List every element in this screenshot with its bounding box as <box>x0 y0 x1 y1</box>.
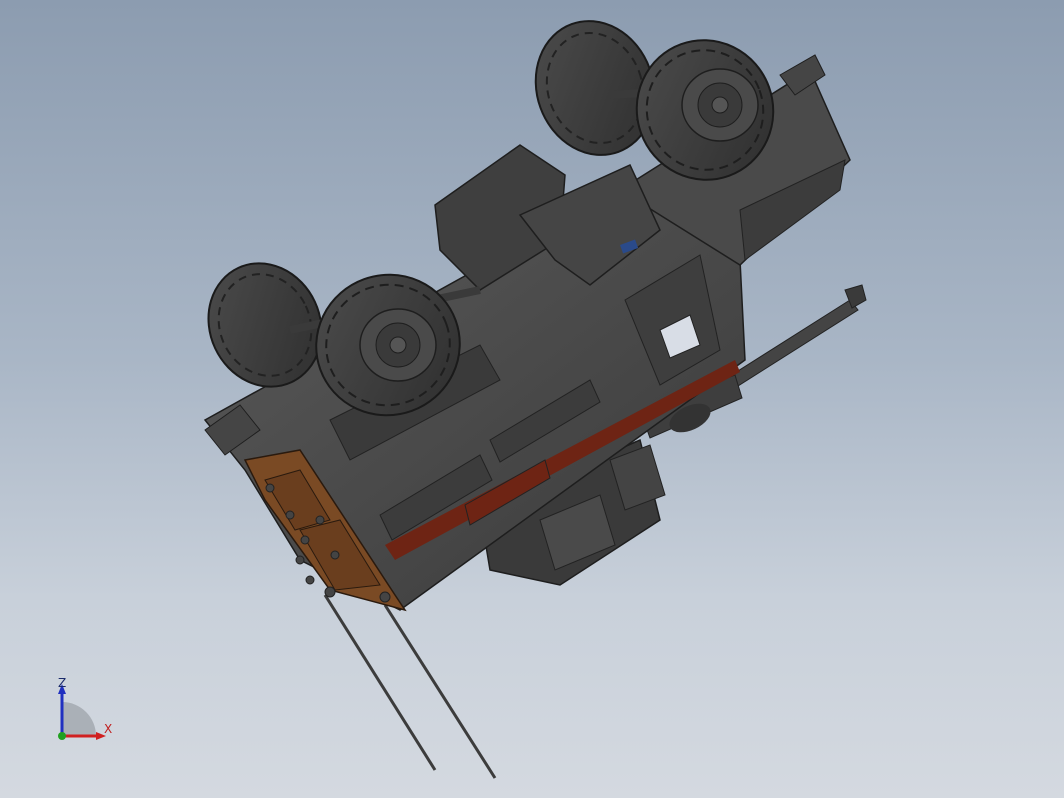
graphics-viewport[interactable]: Z X <box>0 0 1064 798</box>
coordinate-triad: Z X <box>48 672 128 752</box>
z-axis-label: Z <box>58 676 67 690</box>
antenna-rods <box>323 594 497 779</box>
x-axis-label: X <box>104 722 113 736</box>
armored-vehicle-model[interactable] <box>0 0 1064 798</box>
